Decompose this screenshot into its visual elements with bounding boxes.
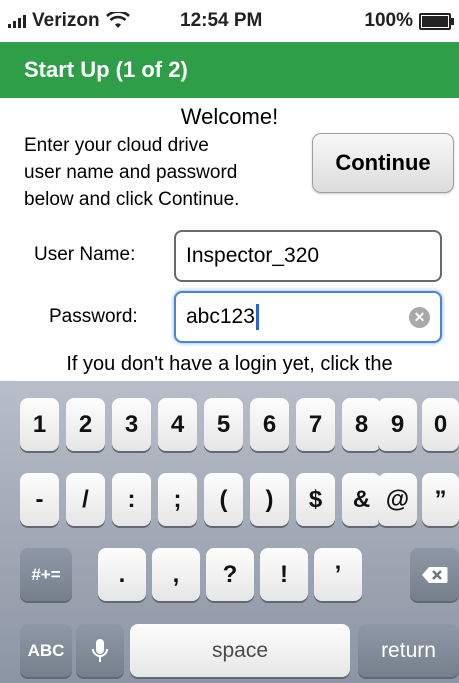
battery-percentage: 100% — [364, 10, 413, 31]
welcome-heading: Welcome! — [180, 104, 279, 129]
battery-status: 100% — [364, 10, 454, 32]
key-comma[interactable]: , — [152, 548, 200, 601]
dictation-key[interactable] — [76, 624, 124, 677]
abc-key[interactable]: ABC — [20, 624, 72, 677]
space-key[interactable]: space — [130, 624, 350, 677]
key-8[interactable]: 8 — [342, 398, 381, 451]
battery-icon — [419, 12, 454, 30]
symbols-key[interactable]: #+= — [20, 548, 72, 601]
intro-line: Enter your cloud drive — [24, 135, 209, 156]
key-period[interactable]: . — [98, 548, 146, 601]
key-open-paren[interactable]: ( — [204, 473, 243, 526]
key-dollar[interactable]: $ — [296, 473, 335, 526]
key-7[interactable]: 7 — [296, 398, 335, 451]
clear-field-icon[interactable]: ✕ — [409, 307, 430, 328]
text-cursor — [255, 304, 259, 330]
key-semicolon[interactable]: ; — [158, 473, 197, 526]
password-label: Password: — [49, 306, 138, 327]
intro-line: below and click Continue. — [24, 189, 240, 210]
backspace-key[interactable] — [410, 548, 459, 601]
intro-line: user name and password — [24, 162, 238, 183]
key-exclamation[interactable]: ! — [260, 548, 308, 601]
key-colon[interactable]: : — [112, 473, 151, 526]
on-screen-keyboard: 1 2 3 4 5 6 7 8 9 0 - / : ; ( ) $ & @ ” … — [0, 381, 459, 683]
carrier-name: Verizon — [32, 10, 100, 31]
key-apostrophe[interactable]: ’ — [314, 548, 362, 601]
key-6[interactable]: 6 — [250, 398, 289, 451]
key-3[interactable]: 3 — [112, 398, 151, 451]
intro-text: Enter your cloud drive user name and pas… — [24, 132, 314, 213]
password-value: abc123 — [186, 305, 255, 328]
key-close-paren[interactable]: ) — [250, 473, 289, 526]
return-key[interactable]: return — [358, 624, 459, 677]
microphone-icon — [92, 638, 108, 662]
wifi-icon — [105, 12, 130, 28]
username-field[interactable]: Inspector_320 — [174, 230, 442, 282]
status-time: 12:54 PM — [180, 10, 263, 31]
signal-bars-icon — [8, 14, 26, 28]
backspace-icon — [422, 566, 448, 583]
key-2[interactable]: 2 — [66, 398, 105, 451]
key-slash[interactable]: / — [66, 473, 105, 526]
username-label: User Name: — [34, 244, 136, 265]
key-ampersand[interactable]: & — [342, 473, 381, 526]
key-quote[interactable]: ” — [422, 473, 459, 526]
key-0[interactable]: 0 — [422, 398, 459, 451]
page-title: Start Up (1 of 2) — [0, 42, 459, 98]
key-question[interactable]: ? — [206, 548, 254, 601]
help-text: If you don't have a login yet, click the — [66, 353, 393, 375]
status-bar: Verizon 12:54 PM 100% — [0, 0, 459, 42]
key-9[interactable]: 9 — [378, 398, 417, 451]
password-field[interactable]: abc123 ✕ — [174, 291, 442, 343]
key-5[interactable]: 5 — [204, 398, 243, 451]
continue-button[interactable]: Continue — [312, 133, 454, 193]
key-at[interactable]: @ — [378, 473, 417, 526]
username-value: Inspector_320 — [186, 244, 320, 267]
key-hyphen[interactable]: - — [20, 473, 59, 526]
key-1[interactable]: 1 — [20, 398, 59, 451]
carrier-info: Verizon — [8, 10, 130, 32]
key-4[interactable]: 4 — [158, 398, 197, 451]
